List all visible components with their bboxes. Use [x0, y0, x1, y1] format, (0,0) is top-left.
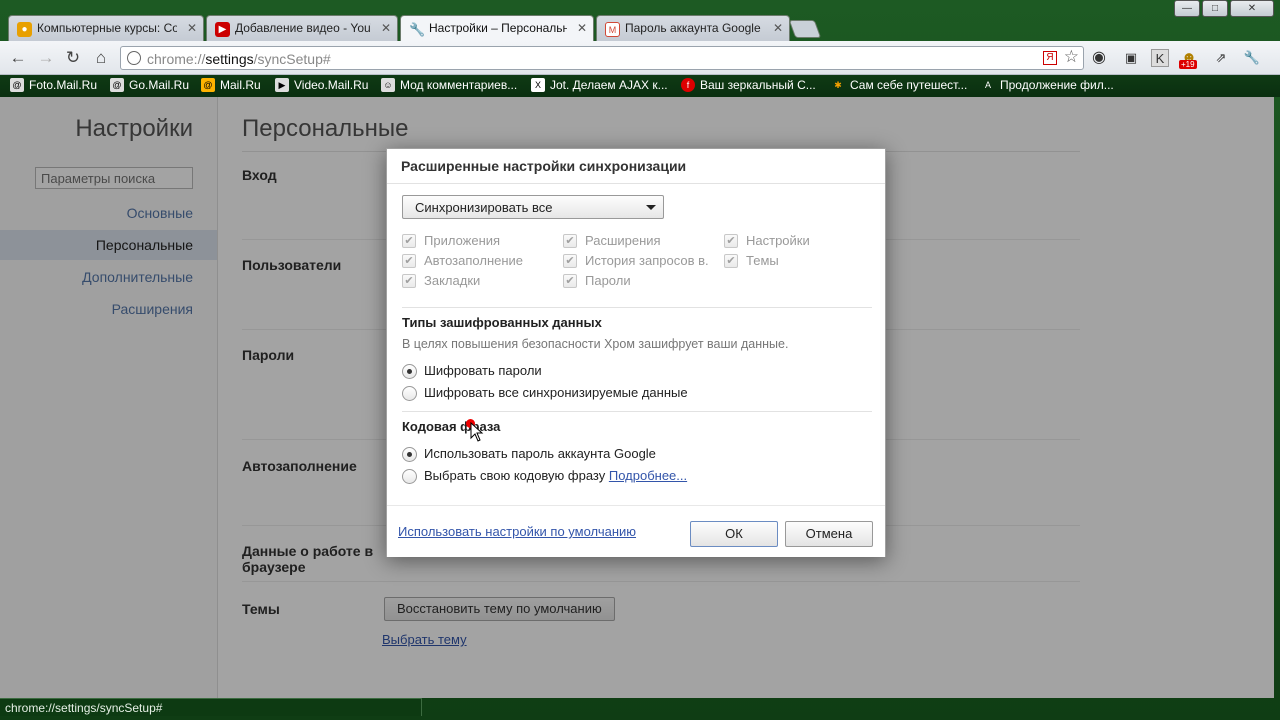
- browser-window: — □ ✕ ● Компьютерные курсы: Co ✕ ▶ Добав…: [0, 0, 1280, 720]
- checkbox-history[interactable]: ✔ История запросов в.: [563, 253, 709, 268]
- checkbox-passwords[interactable]: ✔ Пароли: [563, 273, 631, 288]
- check-icon: ✔: [563, 234, 577, 248]
- tab-google-password[interactable]: M Пароль аккаунта Google б ✕: [596, 15, 790, 42]
- wrench-menu-icon[interactable]: 🔧: [1243, 49, 1261, 67]
- gmail-icon: M: [605, 22, 620, 37]
- tab-computer-courses[interactable]: ● Компьютерные курсы: Co ✕: [8, 15, 204, 42]
- radio-icon: [402, 447, 417, 462]
- tab-close-icon[interactable]: ✕: [773, 21, 783, 35]
- extension-icon[interactable]: ▣: [1122, 49, 1140, 67]
- url-text: chrome://settings/syncSetup#: [147, 51, 331, 67]
- checkbox-extensions[interactable]: ✔ Расширения: [563, 233, 661, 248]
- dialog-footer: Использовать настройки по умолчанию ОК О…: [387, 505, 885, 557]
- radio-icon: [402, 386, 417, 401]
- encryption-heading: Типы зашифрованных данных: [402, 315, 602, 330]
- check-icon: ✔: [402, 254, 416, 268]
- checkbox-autofill[interactable]: ✔ Автозаполнение: [402, 253, 523, 268]
- x-icon: X: [531, 78, 545, 92]
- dialog-divider: [402, 307, 872, 308]
- radio-custom-passphrase[interactable]: Выбрать свою кодовую фразу Подробнее...: [402, 468, 687, 484]
- checkbox-settings[interactable]: ✔ Настройки: [724, 233, 810, 248]
- checkbox-bookmarks[interactable]: ✔ Закладки: [402, 273, 480, 288]
- video-icon: ▶: [275, 78, 289, 92]
- tab-label: Пароль аккаунта Google б: [625, 21, 763, 35]
- chrome-icon: ●: [17, 22, 32, 37]
- page-info-icon[interactable]: [127, 51, 141, 65]
- check-icon: ✔: [724, 254, 738, 268]
- learn-more-link[interactable]: Подробнее...: [609, 468, 687, 483]
- tab-close-icon[interactable]: ✕: [577, 21, 587, 35]
- yandex-icon[interactable]: Я: [1043, 51, 1057, 65]
- screenshot-icon[interactable]: ⇗: [1212, 49, 1230, 67]
- bookmark-item[interactable]: ▶ Video.Mail.Ru: [275, 78, 368, 92]
- encryption-description: В целях повышения безопасности Хром заши…: [402, 337, 789, 351]
- bookmark-item[interactable]: ✱ Сам себе путешест...: [831, 78, 967, 92]
- home-icon[interactable]: ⌂: [90, 48, 112, 68]
- a-icon: A: [984, 80, 991, 90]
- sync-mode-select[interactable]: Синхронизировать все: [402, 195, 664, 219]
- radio-encrypt-all[interactable]: Шифровать все синхронизируемые данные: [402, 385, 688, 401]
- notifications-icon[interactable]: ☻ +19: [1179, 49, 1198, 69]
- passphrase-heading: Кодовая фраза: [402, 419, 501, 434]
- mouse-cursor-icon: [470, 422, 484, 442]
- mail-icon: @: [201, 78, 215, 92]
- address-bar[interactable]: chrome://settings/syncSetup# Я ☆: [120, 46, 1084, 70]
- tab-close-icon[interactable]: ✕: [381, 21, 391, 35]
- check-icon: ✔: [402, 234, 416, 248]
- check-icon: ✔: [563, 274, 577, 288]
- bookmark-item[interactable]: X Jot. Делаем AJAX к...: [531, 78, 668, 92]
- check-icon: ✔: [402, 274, 416, 288]
- bookmark-item[interactable]: ☺ Мод комментариев...: [381, 78, 517, 92]
- sync-mode-value: Синхронизировать все: [415, 200, 553, 215]
- tab-label: Компьютерные курсы: Co: [37, 21, 177, 35]
- dialog-divider: [402, 411, 872, 412]
- back-arrow-icon[interactable]: ←: [7, 48, 29, 68]
- bookmarks-bar: @ Foto.Mail.Ru @ Go.Mail.Ru @ Mail.Ru ▶ Vide…: [0, 75, 1280, 97]
- check-icon: ✔: [724, 234, 738, 248]
- radio-icon: [402, 469, 417, 484]
- notifications-badge: +19: [1179, 60, 1197, 69]
- cancel-button[interactable]: Отмена: [785, 521, 873, 547]
- reload-icon[interactable]: ↻: [62, 48, 84, 68]
- new-tab-button[interactable]: [788, 20, 822, 38]
- mail-icon: @: [10, 78, 24, 92]
- tab-label: Добавление видео - YouTu: [235, 21, 371, 35]
- sync-settings-dialog: Расширенные настройки синхронизации Синх…: [386, 148, 886, 557]
- forward-arrow-icon[interactable]: →: [35, 48, 57, 68]
- bookmark-item[interactable]: @ Mail.Ru: [201, 78, 261, 92]
- dialog-title: Расширенные настройки синхронизации: [401, 158, 687, 174]
- status-bar: chrome://settings/syncSetup#: [0, 698, 422, 716]
- k-icon[interactable]: K: [1151, 49, 1169, 67]
- bookmark-item[interactable]: @ Foto.Mail.Ru: [10, 78, 97, 92]
- mail-icon: @: [110, 78, 124, 92]
- use-defaults-link[interactable]: Использовать настройки по умолчанию: [398, 524, 636, 539]
- chevron-down-icon: [646, 205, 656, 210]
- radio-use-google-password[interactable]: Использовать пароль аккаунта Google: [402, 446, 656, 462]
- dialog-title-divider: [387, 183, 885, 184]
- wrench-icon: 🔧: [409, 22, 426, 37]
- checkbox-themes[interactable]: ✔ Темы: [724, 253, 779, 268]
- tab-strip: ● Компьютерные курсы: Co ✕ ▶ Добавление …: [0, 12, 1280, 43]
- check-icon: ✔: [563, 254, 577, 268]
- joomla-icon: ✱: [834, 80, 842, 90]
- radio-icon: [402, 364, 417, 379]
- checkbox-apps[interactable]: ✔ Приложения: [402, 233, 500, 248]
- radio-encrypt-passwords[interactable]: Шифровать пароли: [402, 363, 542, 379]
- tab-youtube[interactable]: ▶ Добавление видео - YouTu ✕: [206, 15, 398, 42]
- page-icon: ☺: [381, 78, 395, 92]
- tab-label: Настройки – Персональнь: [429, 21, 567, 35]
- flash-icon: f: [681, 78, 695, 92]
- tab-settings[interactable]: 🔧 Настройки – Персональнь ✕: [400, 15, 594, 43]
- ok-button[interactable]: ОК: [690, 521, 778, 547]
- tab-close-icon[interactable]: ✕: [187, 21, 197, 35]
- bookmark-item[interactable]: @ Go.Mail.Ru: [110, 78, 189, 92]
- record-icon[interactable]: ◉: [1090, 49, 1108, 67]
- bookmark-item[interactable]: A Продолжение фил...: [981, 78, 1114, 92]
- bookmark-star-icon[interactable]: ☆: [1064, 47, 1079, 67]
- toolbar: ← → ↻ ⌂ chrome://settings/syncSetup# Я ☆…: [0, 41, 1280, 75]
- youtube-icon: ▶: [215, 22, 230, 37]
- bookmark-item[interactable]: f Ваш зеркальный С...: [681, 78, 816, 92]
